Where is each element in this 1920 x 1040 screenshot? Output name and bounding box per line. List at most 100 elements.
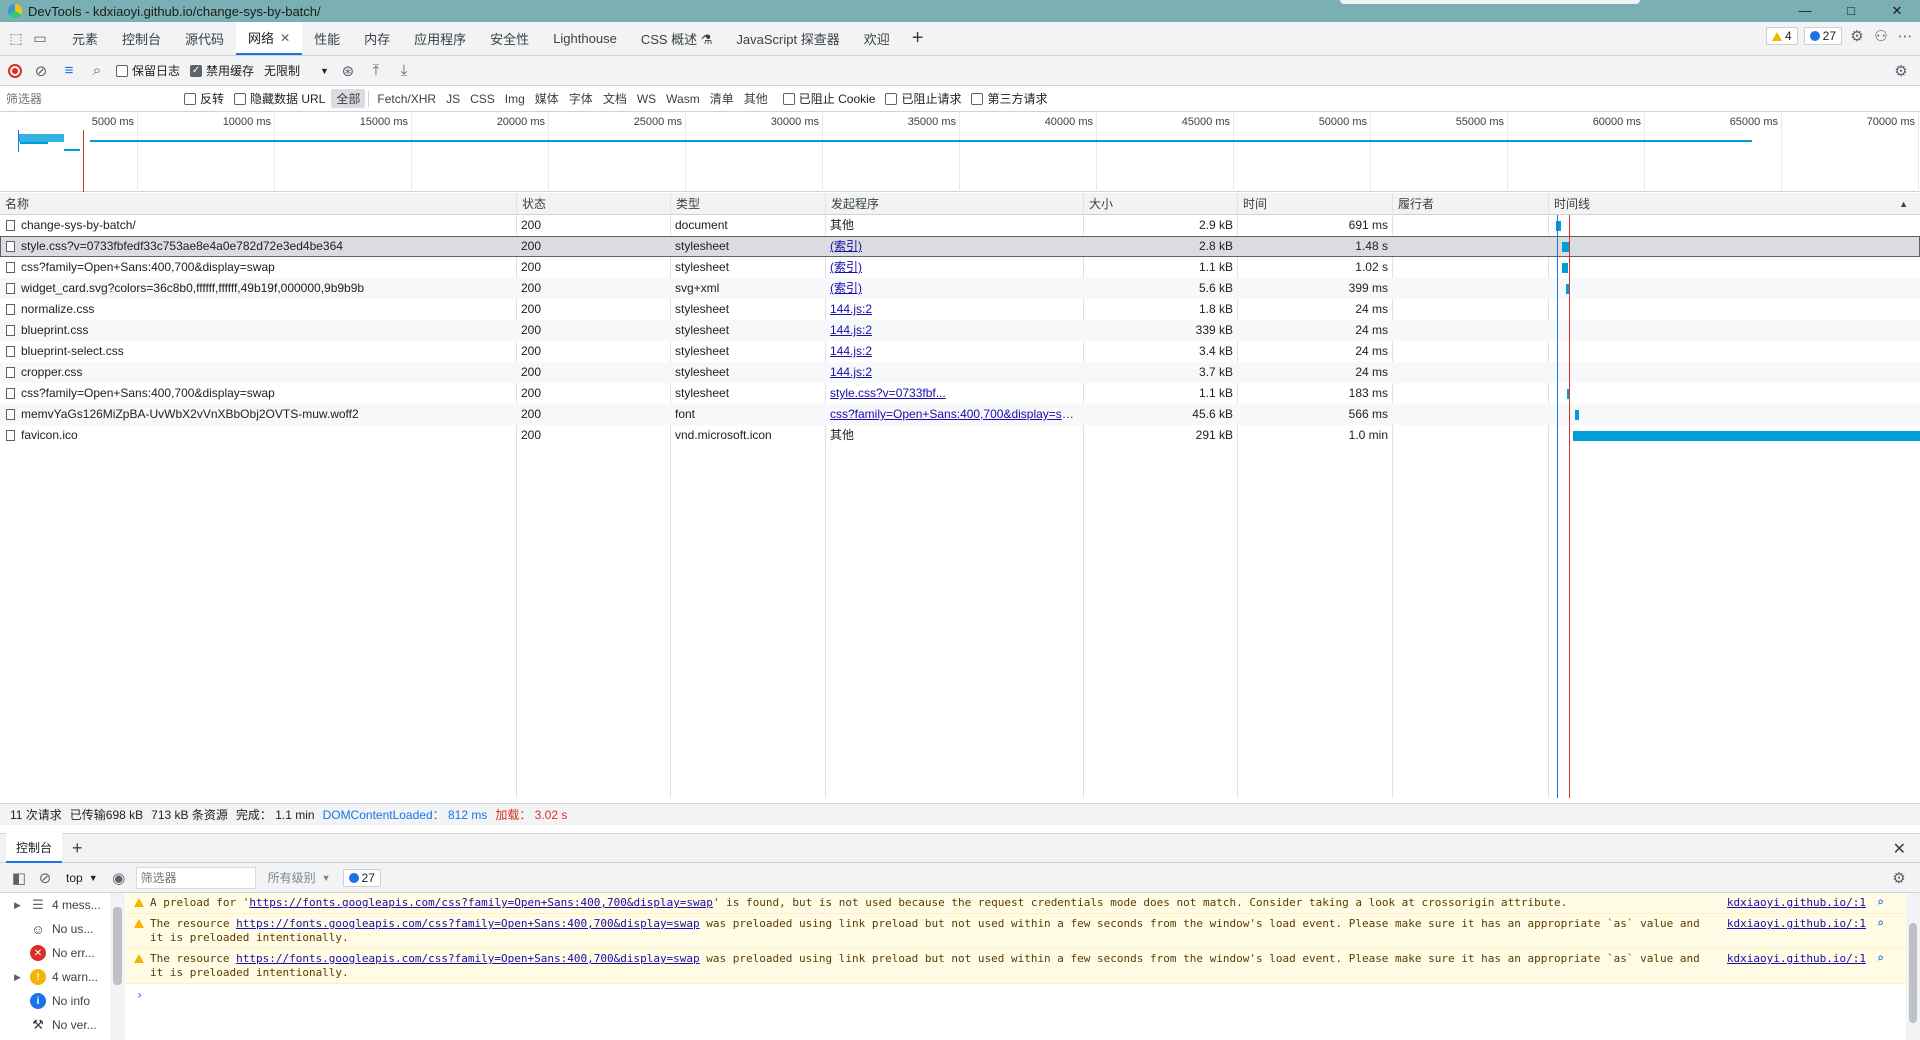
request-initiator[interactable]: (索引) bbox=[830, 239, 862, 253]
checkbox-box[interactable] bbox=[184, 92, 196, 105]
scrollbar-thumb[interactable] bbox=[113, 907, 122, 985]
col-initiator-header[interactable]: 发起程序 bbox=[825, 193, 1083, 215]
console-sidebar-item[interactable]: ✕ No err... bbox=[0, 941, 124, 965]
type-filter-button[interactable]: 全部 bbox=[331, 89, 366, 108]
record-icon[interactable] bbox=[8, 63, 22, 78]
type-filter-button[interactable]: Fetch/XHR bbox=[372, 91, 441, 107]
checkbox-box[interactable] bbox=[971, 92, 984, 105]
request-initiator[interactable]: css?family=Open+Sans:400,700&display=sw.… bbox=[830, 407, 1079, 421]
warnings-badge[interactable]: 4 bbox=[1765, 27, 1798, 45]
type-filter-button[interactable]: 媒体 bbox=[530, 89, 564, 108]
import-har-icon[interactable]: ⤒ bbox=[367, 62, 385, 79]
more-options-icon[interactable]: ⋯ bbox=[1896, 27, 1914, 45]
message-url-link[interactable]: https://fonts.googleapis.com/css?family=… bbox=[236, 917, 700, 930]
checkbox-box[interactable] bbox=[234, 92, 247, 105]
col-status-header[interactable]: 状态 bbox=[516, 193, 670, 215]
console-sidebar-item[interactable]: ⚒ No ver... bbox=[0, 1013, 124, 1037]
panel-tab[interactable]: 应用程序 bbox=[402, 22, 478, 55]
throttle-select[interactable]: 无限制 ▼ bbox=[264, 62, 329, 79]
panel-tab[interactable]: Lighthouse bbox=[541, 22, 629, 55]
panel-tab[interactable]: JavaScript 探查器 bbox=[724, 22, 851, 55]
checkbox-box[interactable] bbox=[782, 92, 795, 105]
network-conditions-icon[interactable]: ⊛ bbox=[339, 62, 357, 80]
col-type-header[interactable]: 类型 bbox=[670, 193, 825, 215]
device-toolbar-icon[interactable]: ▭ bbox=[28, 22, 52, 55]
context-select[interactable]: top ▼ bbox=[62, 869, 102, 887]
sidebar-scrollbar[interactable] bbox=[110, 893, 125, 1040]
request-initiator[interactable]: 144.js:2 bbox=[830, 344, 872, 358]
panel-tab[interactable]: 网络 ✕ bbox=[236, 22, 303, 55]
messages-badge[interactable]: 27 bbox=[1803, 27, 1842, 45]
search-icon[interactable]: ⌕ bbox=[1877, 916, 1884, 930]
type-filter-button[interactable]: JS bbox=[441, 91, 465, 107]
col-size-header[interactable]: 大小 bbox=[1083, 193, 1237, 215]
table-row[interactable]: favicon.ico 200 vnd.microsoft.icon 其他 291 kB… bbox=[0, 425, 1920, 446]
blocked-cookies-checkbox[interactable]: 已阻止 Cookie bbox=[782, 90, 875, 107]
console-sidebar-item[interactable]: ☺ No us... bbox=[0, 917, 124, 941]
console-filter-input[interactable] bbox=[135, 866, 256, 889]
table-row[interactable]: change-sys-by-batch/200 document 其他 2.9 kB 6… bbox=[0, 215, 1920, 236]
close-window-button[interactable]: ✕ bbox=[1874, 0, 1920, 22]
request-initiator[interactable]: (索引) bbox=[830, 281, 862, 295]
close-drawer-icon[interactable]: ✕ bbox=[1893, 839, 1906, 859]
col-time-header[interactable]: 时间 bbox=[1237, 193, 1392, 215]
inspect-element-icon[interactable]: ⬚ bbox=[4, 22, 28, 55]
hide-data-urls-checkbox[interactable]: 隐藏数据 URL bbox=[234, 90, 325, 107]
search-icon[interactable]: ⌕ bbox=[1877, 895, 1884, 909]
panel-tab[interactable]: 内存 bbox=[352, 22, 402, 55]
network-settings-gear-icon[interactable]: ⚙ bbox=[1892, 62, 1910, 80]
table-row[interactable]: normalize.css 200 stylesheet 144.js:2 1.8 kB… bbox=[0, 299, 1920, 320]
message-url-link[interactable]: https://fonts.googleapis.com/css?family=… bbox=[236, 952, 700, 965]
type-filter-button[interactable]: WS bbox=[632, 91, 661, 107]
console-messages-badge[interactable]: 27 bbox=[342, 868, 381, 887]
checkbox-box[interactable]: ✓ bbox=[190, 64, 203, 77]
gear-icon[interactable]: ⚙ bbox=[1848, 27, 1866, 45]
table-row[interactable]: blueprint-select.css 200 stylesheet 144.js:… bbox=[0, 341, 1920, 362]
log-levels-select[interactable]: 所有级别 ▼ bbox=[264, 867, 335, 888]
table-row[interactable]: blueprint.css 200 stylesheet 144.js:2 339 kB… bbox=[0, 320, 1920, 341]
live-expression-eye-icon[interactable]: ◉ bbox=[110, 869, 128, 887]
scrollbar-thumb[interactable] bbox=[1909, 923, 1917, 1023]
export-har-icon[interactable]: ⤓ bbox=[395, 62, 413, 79]
message-source-link[interactable]: kdxiaoyi.github.io/:1 bbox=[1727, 952, 1866, 966]
search-icon[interactable]: ⌕ bbox=[1877, 951, 1884, 965]
type-filter-button[interactable]: 清单 bbox=[705, 89, 739, 108]
clear-icon[interactable]: ⊘ bbox=[32, 62, 50, 80]
feedback-icon[interactable]: ⚇ bbox=[1872, 27, 1890, 45]
filter-icon[interactable]: ≡ bbox=[60, 62, 78, 79]
checkbox-box[interactable] bbox=[885, 92, 898, 105]
type-filter-button[interactable]: CSS bbox=[465, 91, 500, 107]
invert-checkbox[interactable]: 反转 bbox=[184, 90, 224, 107]
table-row[interactable]: widget_card.svg?colors=36c8b0,ffffff,fff… bbox=[0, 278, 1920, 299]
request-initiator[interactable]: 144.js:2 bbox=[830, 365, 872, 379]
table-row[interactable]: memvYaGs126MiZpBA-UvWbX2vVnXBbObj2OVTS-m… bbox=[0, 404, 1920, 425]
sidebar-toggle-icon[interactable]: ◧ bbox=[10, 869, 28, 887]
table-row[interactable]: cropper.css 200 stylesheet 144.js:2 3.7 kB 24… bbox=[0, 362, 1920, 383]
console-scrollbar[interactable] bbox=[1906, 893, 1920, 1040]
more-tabs-icon[interactable]: + bbox=[902, 22, 934, 55]
checkbox-box[interactable] bbox=[116, 64, 128, 77]
panel-tab[interactable]: 元素 bbox=[60, 22, 110, 55]
type-filter-button[interactable]: Wasm bbox=[661, 91, 705, 107]
console-settings-gear-icon[interactable]: ⚙ bbox=[1890, 869, 1908, 887]
panel-tab[interactable]: CSS 概述 ⚗ bbox=[629, 22, 725, 55]
table-row[interactable]: css?family=Open+Sans:400,700&display=swa… bbox=[0, 257, 1920, 278]
minimize-button[interactable]: — bbox=[1782, 0, 1828, 22]
drawer-tab-console[interactable]: 控制台 bbox=[6, 833, 63, 863]
request-initiator[interactable]: 144.js:2 bbox=[830, 302, 872, 316]
blocked-requests-checkbox[interactable]: 已阻止请求 bbox=[885, 90, 961, 107]
clear-console-icon[interactable]: ⊘ bbox=[36, 869, 54, 887]
message-source-link[interactable]: kdxiaoyi.github.io/:1 bbox=[1727, 896, 1866, 910]
type-filter-button[interactable]: Img bbox=[500, 91, 530, 107]
type-filter-button[interactable]: 字体 bbox=[564, 89, 598, 108]
type-filter-button[interactable]: 其他 bbox=[739, 89, 773, 108]
add-drawer-tab-icon[interactable]: + bbox=[62, 838, 93, 859]
search-icon[interactable]: ⌕ bbox=[88, 62, 106, 79]
request-initiator[interactable]: (索引) bbox=[830, 260, 862, 274]
table-row[interactable]: css?family=Open+Sans:400,700&display=swa… bbox=[0, 383, 1920, 404]
panel-tab[interactable]: 欢迎 bbox=[852, 22, 902, 55]
panel-tab[interactable]: 源代码 bbox=[173, 22, 236, 55]
panel-tab[interactable]: 安全性 bbox=[478, 22, 541, 55]
third-party-checkbox[interactable]: 第三方请求 bbox=[971, 90, 1048, 107]
request-initiator[interactable]: 144.js:2 bbox=[830, 323, 872, 337]
